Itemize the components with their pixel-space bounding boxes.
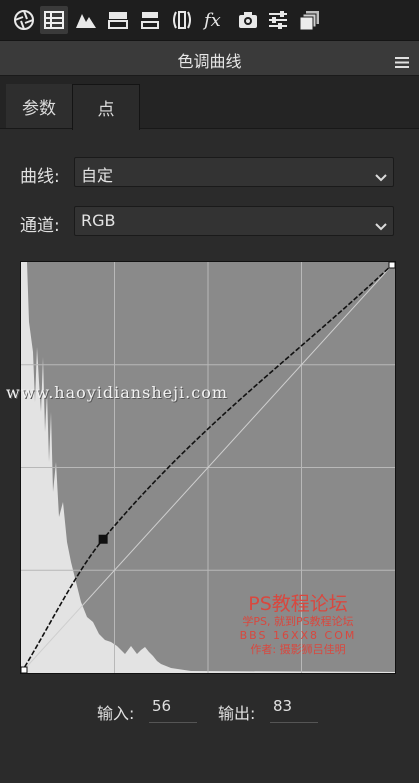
curve-preset-select[interactable]: 自定 [74, 157, 394, 187]
tab-parametric[interactable]: 参数 [6, 84, 72, 128]
panel-header: 色调曲线 [0, 41, 419, 76]
chevron-down-icon [375, 167, 387, 186]
curve-point-handle[interactable] [98, 534, 108, 544]
chevron-down-icon [375, 216, 387, 235]
aperture-icon[interactable] [10, 6, 38, 34]
watermark-title: PS教程论坛 [248, 593, 348, 615]
hsl-icon[interactable] [136, 6, 164, 34]
watermark-line-2: BBS 16XX8 COM [239, 629, 357, 642]
panel-toolbar: fx [0, 0, 419, 41]
grid-table-icon[interactable] [40, 6, 68, 34]
curve-field-label: 曲线: [20, 167, 60, 187]
fx-icon[interactable]: fx [200, 6, 228, 34]
output-value-field[interactable]: 83 [270, 697, 318, 723]
panel-title: 色调曲线 [177, 52, 242, 71]
curve-endpoint-handle[interactable] [21, 666, 28, 673]
sliders-icon[interactable] [264, 6, 292, 34]
mountains-icon[interactable] [72, 6, 100, 34]
input-row: 输入: 56 [97, 697, 217, 726]
tab-point[interactable]: 点 [72, 84, 140, 130]
panel-menu-icon[interactable] [395, 53, 409, 72]
channel-value: RGB [81, 211, 116, 230]
watermark-url: www.haoyidiansheji.com [6, 383, 229, 402]
output-label: 输出: [218, 704, 256, 723]
channel-select[interactable]: RGB [74, 206, 394, 236]
watermark-line-1: 学PS, 就到PS教程论坛 [242, 615, 354, 628]
channel-field-label: 通道: [20, 216, 60, 236]
split-toning-icon[interactable] [104, 6, 132, 34]
lens-icon[interactable] [168, 6, 196, 34]
curve-endpoint-handle[interactable] [388, 262, 395, 269]
watermark-line-3: 作者: 摄影狮吕佳明 [250, 643, 346, 656]
presets-icon[interactable] [296, 6, 324, 34]
curve-preset-value: 自定 [81, 166, 114, 185]
svg-text:fx: fx [202, 10, 221, 31]
input-value-field[interactable]: 56 [149, 697, 197, 723]
tab-bar: 参数 点 [0, 76, 419, 130]
input-label: 输入: [97, 704, 135, 723]
output-row: 输出: 83 [218, 697, 338, 726]
camera-icon[interactable] [234, 6, 262, 34]
watermark-block: PS教程论坛 学PS, 就到PS教程论坛 BBS 16XX8 COM 作者: 摄… [218, 593, 378, 657]
